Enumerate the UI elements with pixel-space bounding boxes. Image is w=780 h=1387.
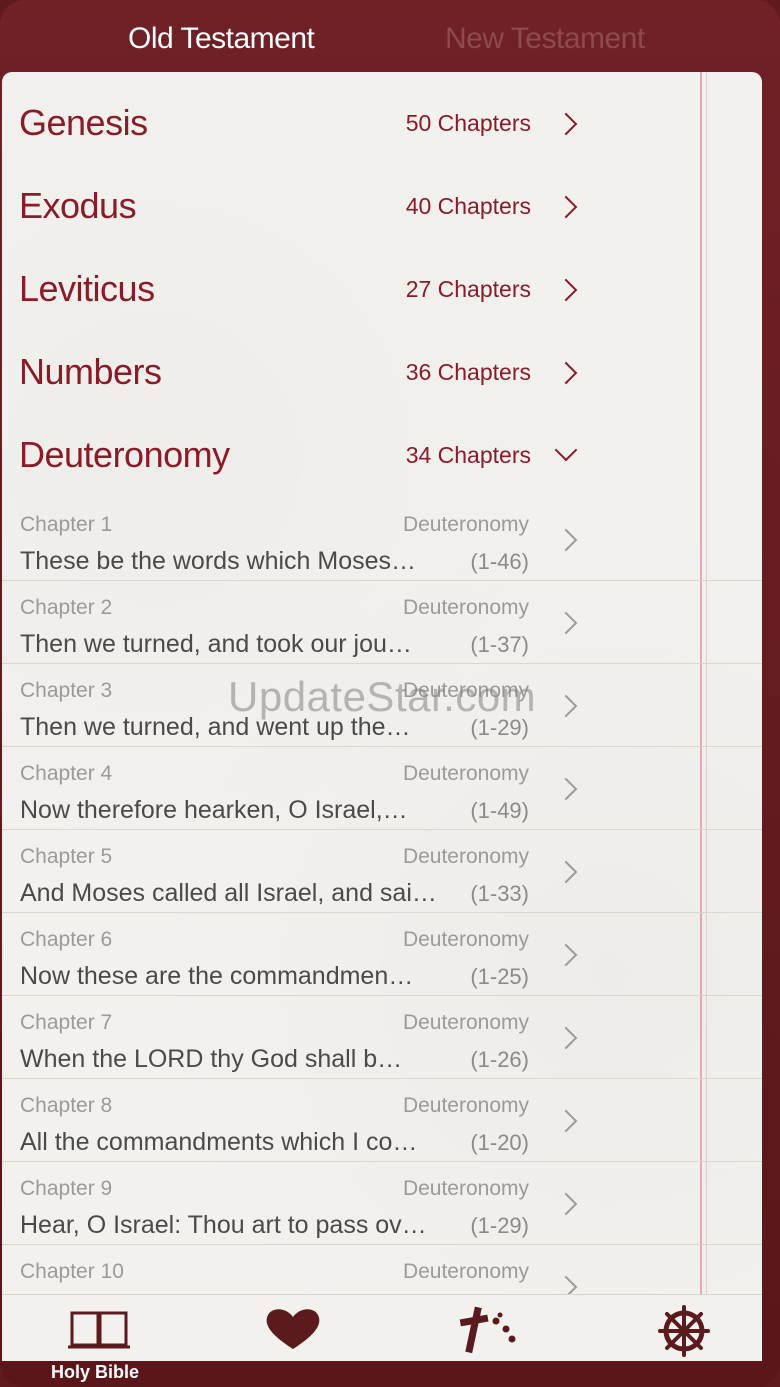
verse-range: (1-29)	[470, 1213, 529, 1238]
chapter-number: Chapter 8	[20, 1094, 113, 1117]
tab-holy-bible[interactable]	[44, 1295, 154, 1361]
cross-icon	[459, 1306, 516, 1354]
chevron-right-icon	[554, 694, 578, 718]
chevron-right-icon	[554, 777, 578, 801]
chapter-number: Chapter 5	[20, 845, 113, 868]
chevron-right-icon	[554, 361, 578, 385]
chevron-right-icon	[554, 1026, 578, 1050]
watermark: UpdateStar.com	[228, 673, 537, 720]
book-chapter-count: 27 Chapters	[405, 276, 531, 302]
book-name: Deuteronomy	[19, 434, 230, 475]
testament-tabs: Old Testament New Testament	[0, 0, 780, 72]
chapter-book: Deuteronomy	[402, 928, 529, 951]
chevron-right-icon	[554, 278, 578, 302]
chapter-number: Chapter 6	[20, 928, 113, 951]
book-name: Numbers	[19, 351, 162, 392]
ship-wheel-icon	[658, 1305, 710, 1357]
chapter-preview: When the LORD thy God shall b…	[20, 1045, 403, 1073]
chevron-right-icon	[554, 528, 578, 552]
chapter-number: Chapter 10	[20, 1260, 124, 1283]
verse-range: (1-26)	[470, 1047, 529, 1072]
verse-range: (1-25)	[470, 964, 529, 989]
verse-range: (1-49)	[470, 798, 529, 823]
chapter-book: Deuteronomy	[402, 596, 529, 619]
chapter-preview: These be the words which Moses…	[20, 547, 417, 575]
verse-range: (1-46)	[470, 549, 529, 574]
chevron-right-icon	[554, 1192, 578, 1216]
chevron-right-icon	[554, 195, 578, 219]
chapter-number: Chapter 1	[20, 513, 113, 536]
heart-icon	[266, 1309, 320, 1349]
chapter-number: Chapter 7	[20, 1011, 113, 1034]
chapter-book: Deuteronomy	[402, 1177, 529, 1200]
chevron-right-icon	[554, 860, 578, 884]
chapter-book: Deuteronomy	[402, 1011, 529, 1034]
book-row-numbers[interactable]: Numbers 36 Chapters	[2, 321, 702, 404]
chapter-book: Deuteronomy	[402, 762, 529, 785]
chapter-row[interactable]: Chapter 9 Deuteronomy Hear, O Israel: Th…	[2, 1161, 762, 1245]
chapter-preview: All the commandments which I co…	[20, 1128, 418, 1156]
book-chapter-count: 50 Chapters	[405, 110, 531, 136]
tab-devotions[interactable]	[434, 1295, 544, 1361]
chapter-preview: Now therefore hearken, O Israel,…	[20, 796, 408, 824]
chapter-book: Deuteronomy	[402, 513, 529, 536]
book-icon	[68, 1311, 130, 1349]
chevron-right-icon	[554, 943, 578, 967]
chapter-number: Chapter 4	[20, 762, 113, 785]
chevron-right-icon	[554, 112, 578, 136]
book-row-deuteronomy[interactable]: Deuteronomy 34 Chapters	[2, 404, 702, 487]
book-row-genesis[interactable]: Genesis 50 Chapters	[2, 72, 702, 155]
book-name: Exodus	[19, 185, 137, 226]
tab-new-testament[interactable]: New Testament	[445, 22, 645, 56]
verse-range: (1-20)	[470, 1130, 529, 1155]
chapter-preview: Hear, O Israel: Thou art to pass ov…	[20, 1211, 427, 1239]
book-row-exodus[interactable]: Exodus 40 Chapters	[2, 155, 702, 238]
tab-settings[interactable]	[629, 1295, 739, 1361]
chapter-preview: Now these are the commandmen…	[20, 962, 414, 990]
verse-range: (1-37)	[470, 632, 529, 657]
chapter-row[interactable]: Chapter 1 Deuteronomy These be the words…	[2, 497, 762, 581]
chevron-right-icon	[554, 1109, 578, 1133]
chevron-right-icon	[554, 611, 578, 635]
chapter-book: Deuteronomy	[402, 845, 529, 868]
chapter-book: Deuteronomy	[402, 1094, 529, 1117]
tab-old-testament[interactable]: Old Testament	[128, 22, 315, 56]
chapter-row[interactable]: Chapter 4 Deuteronomy Now therefore hear…	[2, 746, 762, 830]
chapter-book: Deuteronomy	[402, 1260, 529, 1283]
book-chapter-count: 40 Chapters	[405, 193, 531, 219]
bottom-tab-bar	[2, 1294, 762, 1361]
book-chapter-count: 36 Chapters	[405, 359, 531, 385]
book-name: Leviticus	[19, 268, 155, 309]
chapter-preview: And Moses called all Israel, and sai…	[20, 879, 437, 907]
chevron-down-icon	[554, 438, 578, 462]
chapter-row[interactable]: Chapter 7 Deuteronomy When the LORD thy …	[2, 995, 762, 1079]
tab-favorites[interactable]	[238, 1295, 348, 1361]
chapter-number: Chapter 9	[20, 1177, 113, 1200]
chapter-row[interactable]: Chapter 6 Deuteronomy Now these are the …	[2, 912, 762, 996]
verse-range: (1-33)	[470, 881, 529, 906]
chapter-row[interactable]: Chapter 2 Deuteronomy Then we turned, an…	[2, 580, 762, 664]
chapter-number: Chapter 2	[20, 596, 113, 619]
chapter-row[interactable]: Chapter 8 Deuteronomy All the commandmen…	[2, 1078, 762, 1162]
chapter-number: Chapter 3	[20, 679, 113, 702]
chapter-preview: Then we turned, and took our jou…	[20, 630, 412, 658]
tab-label-holy-bible: Holy Bible	[50, 1362, 139, 1382]
chapter-row[interactable]: Chapter 5 Deuteronomy And Moses called a…	[2, 829, 762, 913]
book-name: Genesis	[19, 102, 148, 143]
book-row-leviticus[interactable]: Leviticus 27 Chapters	[2, 238, 702, 321]
book-chapter-count: 34 Chapters	[405, 442, 531, 468]
